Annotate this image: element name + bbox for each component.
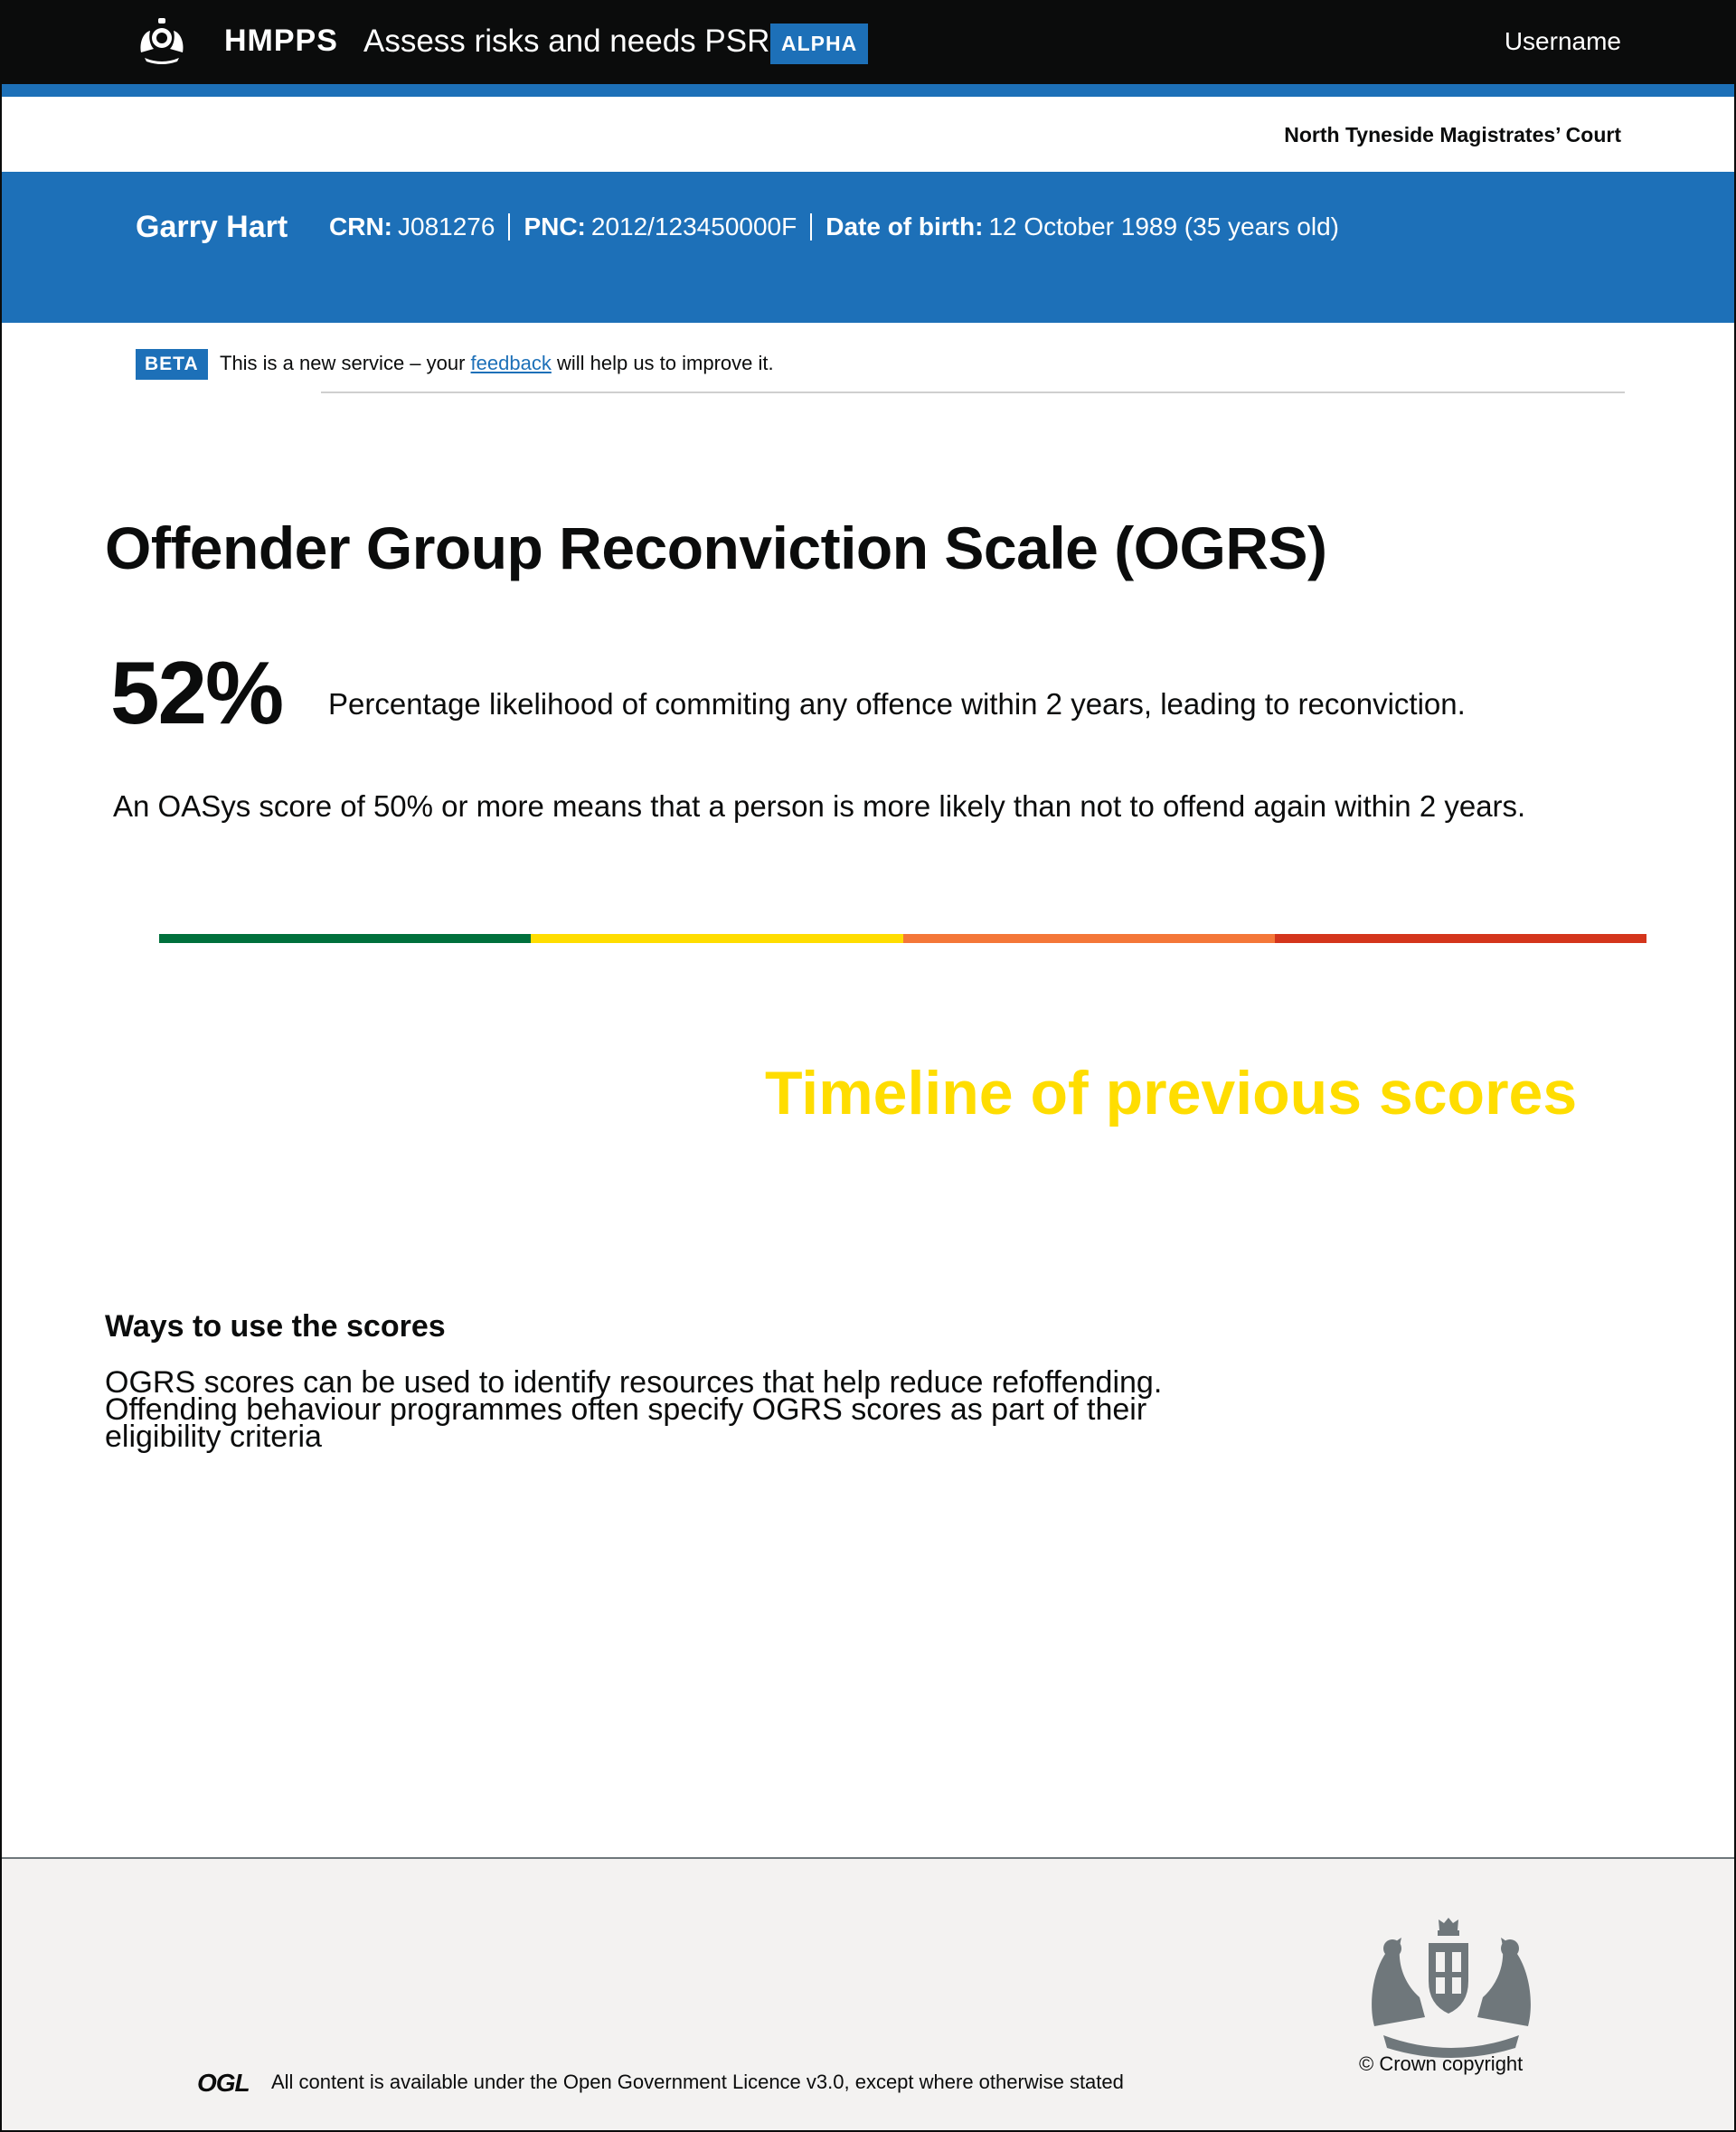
timeline-heading: Timeline of previous scores (765, 1059, 1578, 1127)
score-explanation: An OASys score of 50% or more means that… (113, 789, 1526, 823)
brand-name[interactable]: HMPPS (224, 24, 338, 59)
royal-coat-of-arms-icon[interactable] (1365, 1918, 1537, 2061)
ogl-logo-icon[interactable]: OGL (197, 2069, 250, 2098)
ways-heading: Ways to use the scores (105, 1309, 446, 1344)
risk-scale-segment-medium (531, 934, 903, 943)
risk-scale-segment-low (159, 934, 532, 943)
risk-scale-segment-very-high (1274, 934, 1646, 943)
dob-label: Date of birth: (826, 212, 984, 241)
header-underline (0, 84, 1736, 97)
crown-copyright[interactable]: © Crown copyright (1359, 2052, 1523, 2076)
username-link[interactable]: Username (1505, 27, 1621, 56)
ways-text: OGRS scores can be used to identify reso… (105, 1365, 1163, 1454)
risk-scale-segment-high (902, 934, 1275, 943)
divider (810, 213, 813, 241)
royal-crest-icon[interactable] (136, 16, 188, 65)
court-name: North Tyneside Magistrates’ Court (1284, 123, 1621, 146)
pnc-label: PNC: (524, 212, 586, 241)
score-value: 52% (110, 643, 284, 742)
phase-tag: ALPHA (770, 24, 869, 64)
person-banner: Garry Hart CRN: J081276 PNC: 2012/123450… (0, 172, 1736, 323)
pnc-value: 2012/123450000F (590, 212, 797, 241)
page-title: Offender Group Reconviction Scale (OGRS) (105, 514, 1327, 581)
beta-text-after: will help us to improve it. (551, 352, 774, 374)
site-footer: OGL All content is available under the O… (0, 1857, 1736, 2132)
score-description: Percentage likelihood of commiting any o… (328, 687, 1466, 721)
risk-scale (159, 934, 1646, 943)
person-name: Garry Hart (136, 210, 288, 244)
feedback-link[interactable]: feedback (471, 352, 552, 374)
crn-label: CRN: (329, 212, 392, 241)
crn-value: J081276 (398, 212, 495, 241)
site-header: HMPPS Assess risks and needs PSR ALPHA U… (0, 0, 1736, 84)
licence-text: All content is available under the Open … (271, 2071, 1124, 2093)
beta-tag: BETA (136, 349, 208, 380)
beta-text-before: This is a new service – your (220, 352, 471, 374)
beta-banner-text: This is a new service – your feedback wi… (220, 352, 774, 375)
divider (508, 213, 511, 241)
service-name[interactable]: Assess risks and needs PSR (363, 24, 769, 60)
person-details: CRN: J081276 PNC: 2012/123450000F Date o… (329, 212, 1339, 241)
dob-value: 12 October 1989 (35 years old) (988, 212, 1339, 241)
section-divider (321, 391, 1625, 393)
